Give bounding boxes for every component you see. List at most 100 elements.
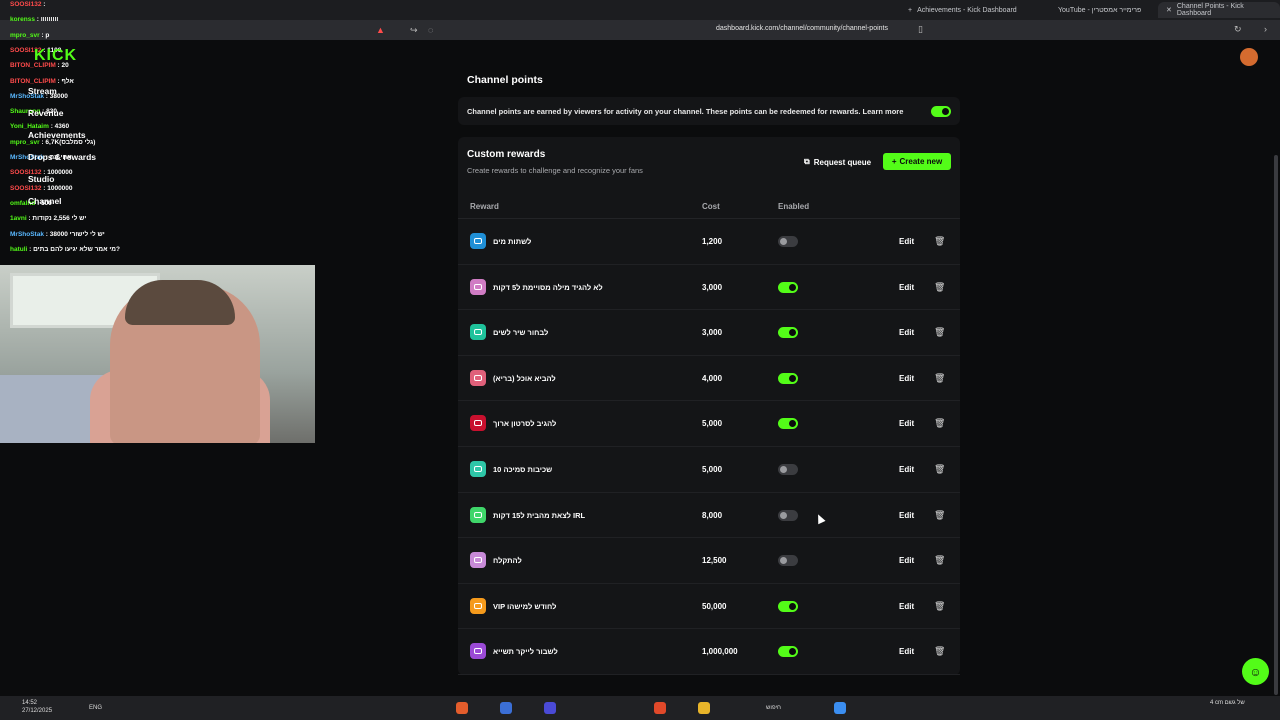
edit-button[interactable]: Edit	[899, 237, 914, 246]
brave-icon[interactable]: ▲	[376, 25, 385, 35]
trash-icon[interactable]: 🗑	[934, 373, 945, 384]
sidebar-item[interactable]: Achievements	[28, 130, 86, 140]
avatar[interactable]	[1240, 48, 1258, 66]
trash-icon[interactable]: 🗑	[934, 555, 945, 566]
trash-icon[interactable]: 🗑	[934, 510, 945, 521]
chat-username[interactable]: SOOSI132	[10, 1, 41, 8]
reward-cost: 12,500	[702, 556, 727, 566]
create-new-button[interactable]: + Create new	[883, 153, 951, 170]
headset-icon: ☺	[1249, 664, 1262, 679]
page-scrollbar[interactable]	[1274, 155, 1278, 695]
custom-rewards-card: Custom rewards Create rewards to challen…	[458, 137, 960, 675]
edit-button[interactable]: Edit	[899, 647, 914, 656]
reward-row: 10 שכיבות סמיכה 5,000 Edit 🗑	[458, 447, 960, 493]
language-indicator[interactable]: ENG	[89, 705, 102, 711]
forward-icon[interactable]: ›	[1264, 24, 1267, 34]
brave-taskbar-icon[interactable]	[654, 702, 666, 714]
edit-button[interactable]: Edit	[899, 511, 914, 520]
chat-message: SOOSI132 :	[10, 1, 46, 8]
edit-button[interactable]: Edit	[899, 374, 914, 383]
edit-button[interactable]: Edit	[899, 419, 914, 428]
bookmark-icon[interactable]: ▯	[918, 24, 923, 35]
sidebar-item[interactable]: Studio	[28, 174, 54, 184]
reward-enabled-toggle[interactable]	[778, 372, 798, 384]
edit-button[interactable]: Edit	[899, 283, 914, 292]
reward-enabled-toggle[interactable]	[778, 327, 798, 339]
reward-enabled-toggle[interactable]	[778, 646, 798, 658]
kick-logo: KICK	[34, 47, 78, 64]
reward-enabled-toggle[interactable]	[778, 464, 798, 475]
external-link-icon: ⧉	[804, 157, 810, 166]
chat-message: SOOSI132 : 1000000	[10, 184, 73, 192]
reward-row: לבחור שיר לשים 3,000 Edit 🗑	[458, 310, 960, 356]
trash-icon[interactable]: 🗑	[934, 327, 945, 338]
tab-achievements[interactable]: + Achievements - Kick Dashboard	[900, 2, 1025, 18]
reward-icon	[470, 324, 486, 341]
chat-username[interactable]: SOOSI132	[10, 185, 41, 192]
chat-icon[interactable]: ◌	[428, 25, 433, 35]
support-chat-button[interactable]: ☺	[1242, 658, 1269, 685]
share-icon[interactable]: ↪	[410, 25, 418, 36]
reward-icon	[470, 552, 486, 569]
chat-text: אלף	[61, 77, 74, 85]
reward-row: לשבור לייקר תשייא 1,000,000 Edit 🗑	[458, 629, 960, 675]
reward-icon	[470, 461, 486, 477]
edit-button[interactable]: Edit	[899, 465, 914, 474]
reward-icon	[470, 233, 486, 249]
sidebar-item[interactable]: Channel	[28, 196, 62, 206]
trash-icon[interactable]: 🗑	[934, 601, 945, 612]
reward-enabled-toggle[interactable]	[778, 236, 798, 247]
chat-username[interactable]: korenss	[10, 16, 35, 23]
app-icon-2[interactable]	[500, 702, 512, 714]
reward-icon	[470, 278, 486, 295]
sidebar-item[interactable]: Revenue	[28, 108, 63, 118]
edit-button[interactable]: Edit	[899, 556, 914, 565]
trash-icon[interactable]: 🗑	[934, 646, 945, 657]
reward-name: VIP לחודש למישהו	[493, 601, 557, 611]
chat-text: 1000000	[47, 184, 73, 192]
reward-enabled-toggle[interactable]	[778, 509, 798, 521]
channel-points-info: Channel points are earned by viewers for…	[458, 97, 960, 125]
reward-enabled-toggle[interactable]	[778, 281, 798, 293]
reward-name: להביא אוכל (בריא)	[493, 373, 556, 383]
reward-icon	[470, 597, 486, 614]
sidebar-item[interactable]: Stream	[28, 86, 57, 96]
tab-youtube[interactable]: YouTube - פרימייר אמסטרין	[1050, 2, 1149, 18]
taskbar-search[interactable]: חיפוש	[766, 705, 781, 711]
trash-icon[interactable]: 🗑	[934, 464, 945, 475]
chat-text: ווווווווו	[40, 16, 59, 24]
chat-username[interactable]: mpro_svr	[10, 32, 40, 39]
reward-enabled-toggle[interactable]	[778, 418, 798, 430]
edit-button[interactable]: Edit	[899, 328, 914, 337]
trash-icon[interactable]: 🗑	[934, 282, 945, 293]
reward-cost: 50,000	[702, 601, 727, 611]
info-text: Channel points are earned by viewers for…	[467, 107, 904, 116]
app-icon-3[interactable]	[544, 702, 556, 714]
trash-icon[interactable]: 🗑	[934, 236, 945, 247]
channel-points-toggle[interactable]	[931, 106, 951, 117]
weather-widget[interactable]: 4 cm של גשם	[1210, 700, 1245, 706]
windows-start-icon[interactable]	[834, 702, 846, 714]
close-icon[interactable]: ✕	[1166, 6, 1172, 14]
reload-icon[interactable]: ↻	[1234, 24, 1242, 35]
sidebar-item[interactable]: Drops & rewards	[28, 152, 96, 162]
plus-icon[interactable]: +	[908, 7, 912, 14]
explorer-icon[interactable]	[698, 702, 710, 714]
request-queue-button[interactable]: ⧉ Request queue	[804, 157, 871, 167]
col-reward: Reward	[470, 202, 499, 211]
tab-channel-points[interactable]: ✕ Channel Points - Kick Dashboard	[1158, 2, 1280, 18]
address-bar[interactable]: dashboard.kick.com/channel/community/cha…	[716, 25, 888, 32]
trash-icon[interactable]: 🗑	[934, 418, 945, 429]
reward-enabled-toggle[interactable]	[778, 600, 798, 612]
app-icon-1[interactable]	[456, 702, 468, 714]
chat-username[interactable]: hatuli	[10, 246, 27, 253]
edit-button[interactable]: Edit	[899, 602, 914, 611]
reward-name: לבחור שיר לשים	[493, 328, 549, 338]
reward-enabled-toggle[interactable]	[778, 555, 798, 567]
chat-username[interactable]: MrShoStak	[10, 231, 44, 238]
reward-name: לשתות מים	[493, 237, 532, 246]
reward-cost: 8,000	[702, 510, 723, 520]
chat-username[interactable]: BITON_CLIPIM	[10, 78, 56, 85]
reward-cost: 5,000	[702, 465, 723, 474]
chat-username[interactable]: 1avni	[10, 215, 27, 222]
